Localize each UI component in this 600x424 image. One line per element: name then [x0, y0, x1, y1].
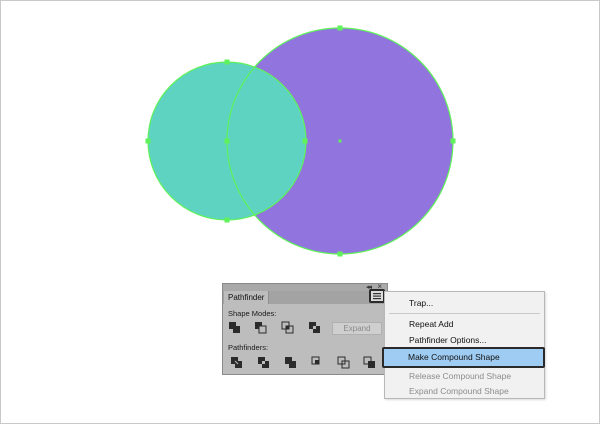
- expand-button[interactable]: Expand: [332, 322, 382, 335]
- menu-item-repeat-add[interactable]: Repeat Add: [409, 319, 453, 329]
- pathfinder-flyout-menu: Trap... Repeat Add Pathfinder Options...…: [384, 291, 545, 399]
- merge-icon[interactable]: [285, 357, 296, 368]
- minus-front-icon[interactable]: [255, 322, 267, 334]
- menu-item-make-compound-shape-label: Make Compound Shape: [408, 352, 500, 362]
- divide-icon[interactable]: [231, 357, 242, 368]
- unite-icon[interactable]: [229, 322, 240, 333]
- crop-icon[interactable]: [311, 356, 320, 365]
- menu-item-make-compound-shape[interactable]: Make Compound Shape: [382, 347, 545, 368]
- trim-icon[interactable]: [258, 357, 269, 368]
- menu-item-release-compound-shape: Release Compound Shape: [409, 371, 512, 381]
- intersect-icon[interactable]: [281, 321, 294, 334]
- outline-icon[interactable]: [337, 356, 350, 369]
- menu-item-pathfinder-options[interactable]: Pathfinder Options...: [409, 335, 487, 345]
- menu-item-expand-compound-shape: Expand Compound Shape: [409, 386, 509, 396]
- minus-back-icon[interactable]: [363, 356, 375, 368]
- exclude-icon[interactable]: [309, 322, 320, 333]
- menu-separator: [389, 313, 540, 314]
- menu-item-trap[interactable]: Trap...: [409, 298, 433, 308]
